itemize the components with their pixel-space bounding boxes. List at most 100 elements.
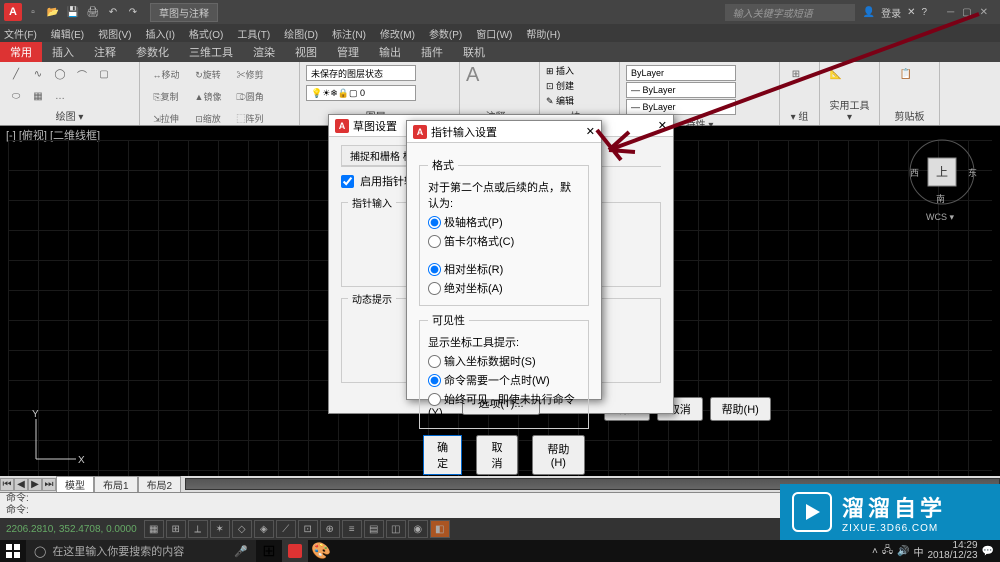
qat-new-icon[interactable]: ▫ bbox=[24, 3, 42, 21]
menu-view[interactable]: 视图(V) bbox=[98, 26, 131, 41]
maximize-icon[interactable]: ▢ bbox=[962, 7, 971, 18]
tab-home[interactable]: 常用 bbox=[0, 42, 42, 62]
qat-redo-icon[interactable]: ↷ bbox=[124, 3, 142, 21]
text-icon[interactable]: A bbox=[466, 64, 479, 87]
layer-state[interactable]: 未保存的图层状态 bbox=[306, 65, 416, 81]
start-button[interactable] bbox=[0, 540, 26, 562]
trim-btn[interactable]: ✂修剪 bbox=[230, 64, 270, 84]
tray-ime-icon[interactable]: 中 bbox=[913, 544, 923, 559]
prop-linetype[interactable]: — ByLayer bbox=[626, 99, 736, 115]
circle-icon[interactable]: ◯ bbox=[50, 64, 70, 84]
dlg-ptr-help-btn[interactable]: 帮助(H) bbox=[532, 435, 585, 475]
sb-ducs-icon[interactable]: ⊡ bbox=[298, 520, 318, 538]
move-btn[interactable]: ↔移动 bbox=[146, 64, 186, 84]
tab-parametric[interactable]: 参数化 bbox=[126, 42, 179, 62]
stretch-btn[interactable]: ⇲拉伸 bbox=[146, 108, 186, 128]
tab-render[interactable]: 渲染 bbox=[243, 42, 285, 62]
radio-cartesian[interactable] bbox=[428, 235, 441, 248]
tray-date[interactable]: 2018/12/23 bbox=[927, 551, 977, 561]
radio-vis-always[interactable] bbox=[428, 393, 441, 406]
block-edit-btn[interactable]: ✎ 编辑 bbox=[546, 94, 613, 107]
help-search-input[interactable]: 输入关键字或短语 bbox=[725, 4, 855, 21]
polyline-icon[interactable]: ∿ bbox=[28, 64, 48, 84]
sb-qp-icon[interactable]: ◫ bbox=[386, 520, 406, 538]
signin-label[interactable]: 登录 bbox=[881, 5, 901, 20]
tab-annotate[interactable]: 注释 bbox=[84, 42, 126, 62]
layout-2[interactable]: 布局2 bbox=[138, 476, 182, 493]
block-insert-btn[interactable]: ⊞ 插入 bbox=[546, 64, 613, 77]
tab-output[interactable]: 输出 bbox=[369, 42, 411, 62]
line-icon[interactable]: ╱ bbox=[6, 64, 26, 84]
exchange-icon[interactable]: ✕ bbox=[907, 7, 915, 18]
radio-absolute[interactable] bbox=[428, 282, 441, 295]
sb-tpy-icon[interactable]: ▤ bbox=[364, 520, 384, 538]
paste-btn[interactable]: 📋 bbox=[886, 64, 926, 84]
sb-ortho-icon[interactable]: ⟂ bbox=[188, 520, 208, 538]
copy-btn[interactable]: ⎘复制 bbox=[146, 86, 186, 106]
layout-1[interactable]: 布局1 bbox=[94, 476, 138, 493]
menu-format[interactable]: 格式(O) bbox=[189, 26, 223, 41]
sb-model-icon[interactable]: ◧ bbox=[430, 520, 450, 538]
mic-icon[interactable]: 🎤 bbox=[234, 545, 248, 558]
radio-vis-input[interactable] bbox=[428, 355, 441, 368]
sb-polar-icon[interactable]: ✶ bbox=[210, 520, 230, 538]
tray-vol-icon[interactable]: 🔊 bbox=[897, 546, 909, 557]
prop-lineweight[interactable]: — ByLayer bbox=[626, 82, 736, 98]
layout-prev-icon[interactable]: ◀ bbox=[14, 478, 28, 491]
task-app2-icon[interactable]: 🎨 bbox=[308, 540, 334, 562]
group-icon[interactable]: ⊞ bbox=[786, 64, 806, 84]
rotate-btn[interactable]: ↻旋转 bbox=[188, 64, 228, 84]
taskview-icon[interactable]: ⊞ bbox=[256, 540, 282, 562]
block-create-btn[interactable]: ⊡ 创建 bbox=[546, 79, 613, 92]
dlg-ptr-cancel-btn[interactable]: 取消 bbox=[476, 435, 517, 475]
sb-osnap-icon[interactable]: ◇ bbox=[232, 520, 252, 538]
menu-edit[interactable]: 编辑(E) bbox=[51, 26, 84, 41]
tray-notif-icon[interactable]: 💬 bbox=[982, 546, 994, 557]
layout-first-icon[interactable]: ⏮ bbox=[0, 478, 14, 491]
rect-icon[interactable]: ▢ bbox=[94, 64, 114, 84]
sb-grid-icon[interactable]: ⊞ bbox=[166, 520, 186, 538]
qat-print-icon[interactable]: 🖨 bbox=[84, 3, 102, 21]
workspace-selector[interactable]: 草图与注释 bbox=[150, 3, 218, 22]
tab-3dtools[interactable]: 三维工具 bbox=[179, 42, 243, 62]
tab-plugins[interactable]: 插件 bbox=[411, 42, 453, 62]
tab-insert[interactable]: 插入 bbox=[42, 42, 84, 62]
qat-open-icon[interactable]: 📂 bbox=[44, 3, 62, 21]
menu-help[interactable]: 帮助(H) bbox=[526, 26, 560, 41]
signin-icon[interactable]: 👤 bbox=[863, 7, 875, 18]
scale-btn[interactable]: ⊡缩放 bbox=[188, 108, 228, 128]
sb-3dosnap-icon[interactable]: ◈ bbox=[254, 520, 274, 538]
menu-insert[interactable]: 插入(I) bbox=[145, 26, 174, 41]
qat-save-icon[interactable]: 💾 bbox=[64, 3, 82, 21]
qat-undo-icon[interactable]: ↶ bbox=[104, 3, 122, 21]
hatch-icon[interactable]: ▦ bbox=[28, 86, 48, 106]
menu-window[interactable]: 窗口(W) bbox=[476, 26, 512, 41]
layout-last-icon[interactable]: ⏭ bbox=[42, 478, 56, 491]
dlg-ptr-close-icon[interactable]: ✕ bbox=[586, 125, 595, 138]
menu-tools[interactable]: 工具(T) bbox=[237, 26, 270, 41]
tray-up-icon[interactable]: ˄ bbox=[872, 546, 878, 557]
menu-dim[interactable]: 标注(N) bbox=[332, 26, 366, 41]
fillet-btn[interactable]: ⎄圆角 bbox=[230, 86, 270, 106]
menu-modify[interactable]: 修改(M) bbox=[380, 26, 415, 41]
measure-icon[interactable]: 📐 bbox=[826, 64, 846, 84]
dlg-draft-close-icon[interactable]: ✕ bbox=[658, 119, 667, 132]
tray-net-icon[interactable]: 🖧 bbox=[882, 543, 893, 560]
radio-polar[interactable] bbox=[428, 216, 441, 229]
menu-param[interactable]: 参数(P) bbox=[429, 26, 462, 41]
menu-draw[interactable]: 绘图(D) bbox=[284, 26, 318, 41]
radio-relative[interactable] bbox=[428, 263, 441, 276]
help-icon[interactable]: ? bbox=[922, 7, 928, 18]
layout-model[interactable]: 模型 bbox=[56, 476, 94, 493]
close-icon[interactable]: ✕ bbox=[980, 7, 988, 18]
viewcube[interactable]: 上 西 东 南 WCS ▾ bbox=[906, 136, 978, 208]
layout-next-icon[interactable]: ▶ bbox=[28, 478, 42, 491]
array-btn[interactable]: ⬚阵列 bbox=[230, 108, 270, 128]
tab-view[interactable]: 视图 bbox=[285, 42, 327, 62]
chk-enable-pointer[interactable] bbox=[341, 175, 354, 188]
tab-online[interactable]: 联机 bbox=[453, 42, 495, 62]
arc-icon[interactable]: ⌒ bbox=[72, 64, 92, 84]
sb-sc-icon[interactable]: ◉ bbox=[408, 520, 428, 538]
dlg-ptr-ok-btn[interactable]: 确定 bbox=[423, 435, 462, 475]
task-app1-icon[interactable] bbox=[282, 540, 308, 562]
